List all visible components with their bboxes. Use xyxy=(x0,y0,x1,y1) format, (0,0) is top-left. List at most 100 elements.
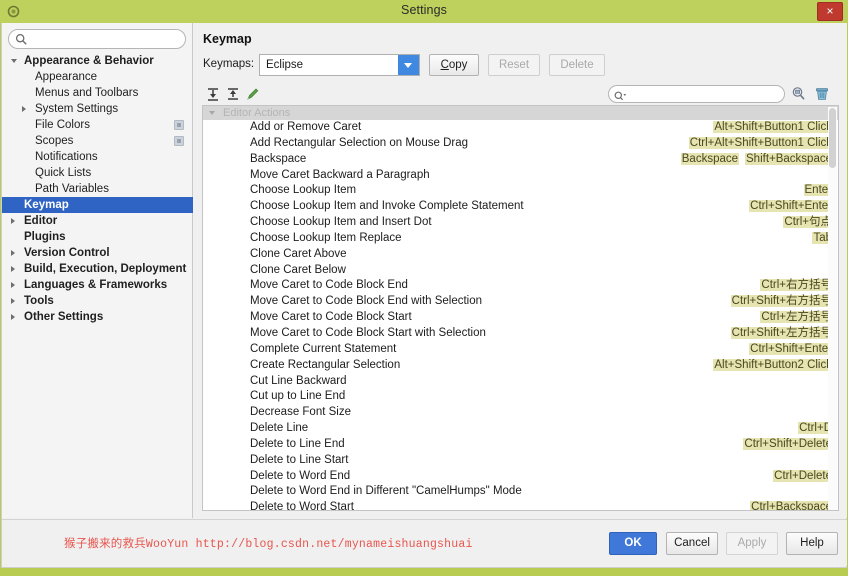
help-button[interactable]: Help xyxy=(786,532,838,555)
keymap-action-label: Move Caret Backward a Paragraph xyxy=(250,168,430,181)
chevron-right-icon[interactable] xyxy=(11,218,15,224)
keymap-row[interactable]: Decrease Font Size xyxy=(203,405,838,421)
keymap-row[interactable]: Move Caret to Code Block Start Ctrl+左方括号 xyxy=(203,310,838,326)
keymap-row[interactable]: Move Caret to Code Block End with Select… xyxy=(203,294,838,310)
chevron-right-icon[interactable] xyxy=(11,266,15,272)
keymap-row[interactable]: Choose Lookup Item Replace Tab xyxy=(203,231,838,247)
keymap-row[interactable]: Delete to Line End Ctrl+Shift+Delete xyxy=(203,437,838,453)
scrollbar-thumb[interactable] xyxy=(829,108,836,168)
sidebar-item-languages-frameworks[interactable]: Languages & Frameworks xyxy=(2,277,193,293)
chevron-right-icon[interactable] xyxy=(22,106,26,112)
keymap-row[interactable]: Move Caret Backward a Paragraph xyxy=(203,168,838,184)
keymap-action-label: Clone Caret Below xyxy=(250,263,346,276)
keymap-group-header[interactable]: Editor Actions xyxy=(203,106,838,120)
keymap-row[interactable]: Choose Lookup Item Enter xyxy=(203,183,838,199)
sidebar-search-input[interactable] xyxy=(31,31,181,47)
keymap-row[interactable]: Create Rectangular Selection Alt+Shift+Bu… xyxy=(203,358,838,374)
chevron-right-icon[interactable] xyxy=(11,250,15,256)
sidebar-item-build-execution-deployment[interactable]: Build, Execution, Deployment xyxy=(2,261,193,277)
sidebar-item-other-settings[interactable]: Other Settings xyxy=(2,309,193,325)
keymap-row[interactable]: Delete Line Ctrl+D xyxy=(203,421,838,437)
keymap-action-label: Choose Lookup Item and Invoke Complete S… xyxy=(250,200,524,213)
chevron-right-icon[interactable] xyxy=(11,314,15,320)
sidebar-item-menus-and-toolbars[interactable]: Menus and Toolbars xyxy=(2,85,193,101)
keymap-row[interactable]: Complete Current Statement Ctrl+Shift+Ent… xyxy=(203,342,838,358)
settings-tree: Appearance & Behavior Appearance Menus and… xyxy=(2,53,193,513)
shortcut-filter-input[interactable] xyxy=(629,87,777,101)
keymap-shortcut-group: Ctrl+Alt+Shift+Button1 Click xyxy=(688,136,833,152)
sidebar-item-version-control[interactable]: Version Control xyxy=(2,245,193,261)
sidebar-item-appearance-behavior[interactable]: Appearance & Behavior xyxy=(2,53,193,69)
keymap-row[interactable]: Choose Lookup Item and Invoke Complete S… xyxy=(203,199,838,215)
cancel-button[interactable]: Cancel xyxy=(666,532,718,555)
sidebar-item-editor[interactable]: Editor xyxy=(2,213,193,229)
keymap-shortcut-group: Ctrl+Backspace xyxy=(750,500,833,510)
chevron-right-icon[interactable] xyxy=(11,298,15,304)
clear-filter-trash-icon[interactable] xyxy=(814,86,830,102)
keymap-row[interactable]: Backspace Backspace Shift+Backspace xyxy=(203,152,838,168)
sidebar-item-system-settings[interactable]: System Settings xyxy=(2,101,193,117)
group-label: Editor Actions xyxy=(223,107,291,119)
keymap-shortcut-group: Ctrl+Shift+左方括号 xyxy=(730,326,833,342)
search-dropdown-icon xyxy=(614,89,627,101)
keymap-row[interactable]: Cut up to Line End xyxy=(203,389,838,405)
copy-button[interactable]: Copy xyxy=(429,54,479,76)
collapse-all-icon[interactable] xyxy=(225,86,241,102)
dialog-frame: Appearance & Behavior Appearance Menus and… xyxy=(1,23,847,568)
list-scrollbar[interactable] xyxy=(828,107,837,510)
keymaps-label: Keymaps: xyxy=(203,58,255,70)
keymap-row[interactable]: Move Caret to Code Block End Ctrl+右方括号 xyxy=(203,278,838,294)
sidebar-item-scopes[interactable]: Scopes xyxy=(2,133,193,149)
keymap-action-label: Delete Line xyxy=(250,422,309,435)
chevron-down-icon[interactable] xyxy=(398,55,419,75)
keymap-action-label: Add Rectangular Selection on Mouse Drag xyxy=(250,136,468,149)
sidebar-item-plugins[interactable]: Plugins xyxy=(2,229,193,245)
keymap-dropdown[interactable]: Eclipse xyxy=(259,54,420,76)
sidebar-item-label: Quick Lists xyxy=(35,167,92,179)
keymap-row[interactable]: Delete to Word Start Ctrl+Backspace xyxy=(203,500,838,510)
edit-pencil-icon[interactable] xyxy=(245,86,261,102)
keymap-row[interactable]: Delete to Line Start xyxy=(203,453,838,469)
sidebar-item-keymap[interactable]: Keymap xyxy=(2,197,193,213)
keymap-shortcut-group: Ctrl+Shift+Enter xyxy=(749,342,833,358)
keymap-shortcut-group: Ctrl+Shift+Delete xyxy=(743,437,833,453)
expand-all-icon[interactable] xyxy=(205,86,221,102)
keymap-row[interactable]: Delete to Word End in Different "CamelHu… xyxy=(203,484,838,500)
list-toolbar xyxy=(194,83,847,105)
keymap-shortcut: Ctrl+Shift+Enter xyxy=(749,342,833,355)
keymap-list[interactable]: Editor Actions Add or Remove Caret Alt+Sh… xyxy=(202,105,839,511)
find-shortcut-icon[interactable] xyxy=(791,86,807,102)
keymap-row[interactable]: Choose Lookup Item and Insert Dot Ctrl+句点 xyxy=(203,215,838,231)
keymap-row[interactable]: Delete to Word End Ctrl+Delete xyxy=(203,469,838,485)
chevron-down-icon[interactable] xyxy=(209,111,215,115)
search-icon xyxy=(15,33,28,46)
shortcut-filter-box[interactable] xyxy=(608,85,785,103)
keymap-row[interactable]: Cut Line Backward xyxy=(203,374,838,390)
sidebar-item-path-variables[interactable]: Path Variables xyxy=(2,181,193,197)
sidebar-item-label: Path Variables xyxy=(35,183,109,195)
sidebar-item-quick-lists[interactable]: Quick Lists xyxy=(2,165,193,181)
sidebar-item-notifications[interactable]: Notifications xyxy=(2,149,193,165)
keymap-shortcut: Ctrl+Shift+左方括号 xyxy=(730,326,833,339)
keymap-action-label: Delete to Line End xyxy=(250,437,345,450)
close-icon[interactable]: × xyxy=(817,2,843,21)
sidebar-item-file-colors[interactable]: File Colors xyxy=(2,117,193,133)
chevron-down-icon[interactable] xyxy=(11,59,17,63)
sidebar-item-appearance[interactable]: Appearance xyxy=(2,69,193,85)
keymap-row[interactable]: Clone Caret Below xyxy=(203,263,838,279)
keymap-row[interactable]: Add Rectangular Selection on Mouse Drag C… xyxy=(203,136,838,152)
delete-button: Delete xyxy=(549,54,605,76)
title-bar: Settings × xyxy=(0,0,848,23)
ok-button[interactable]: OK xyxy=(609,532,657,555)
sidebar-search-box[interactable] xyxy=(8,29,186,49)
keymap-row[interactable]: Add or Remove Caret Alt+Shift+Button1 Cli… xyxy=(203,120,838,136)
keymap-row[interactable]: Move Caret to Code Block Start with Sele… xyxy=(203,326,838,342)
keymap-action-label: Delete to Word End in Different "CamelHu… xyxy=(250,485,522,498)
settings-sidebar: Appearance & Behavior Appearance Menus and… xyxy=(2,23,193,518)
keymap-action-label: Delete to Word End xyxy=(250,469,351,482)
keymap-action-label: Complete Current Statement xyxy=(250,342,397,355)
keymap-shortcut-group: Backspace Shift+Backspace xyxy=(680,152,833,168)
keymap-row[interactable]: Clone Caret Above xyxy=(203,247,838,263)
chevron-right-icon[interactable] xyxy=(11,282,15,288)
sidebar-item-tools[interactable]: Tools xyxy=(2,293,193,309)
